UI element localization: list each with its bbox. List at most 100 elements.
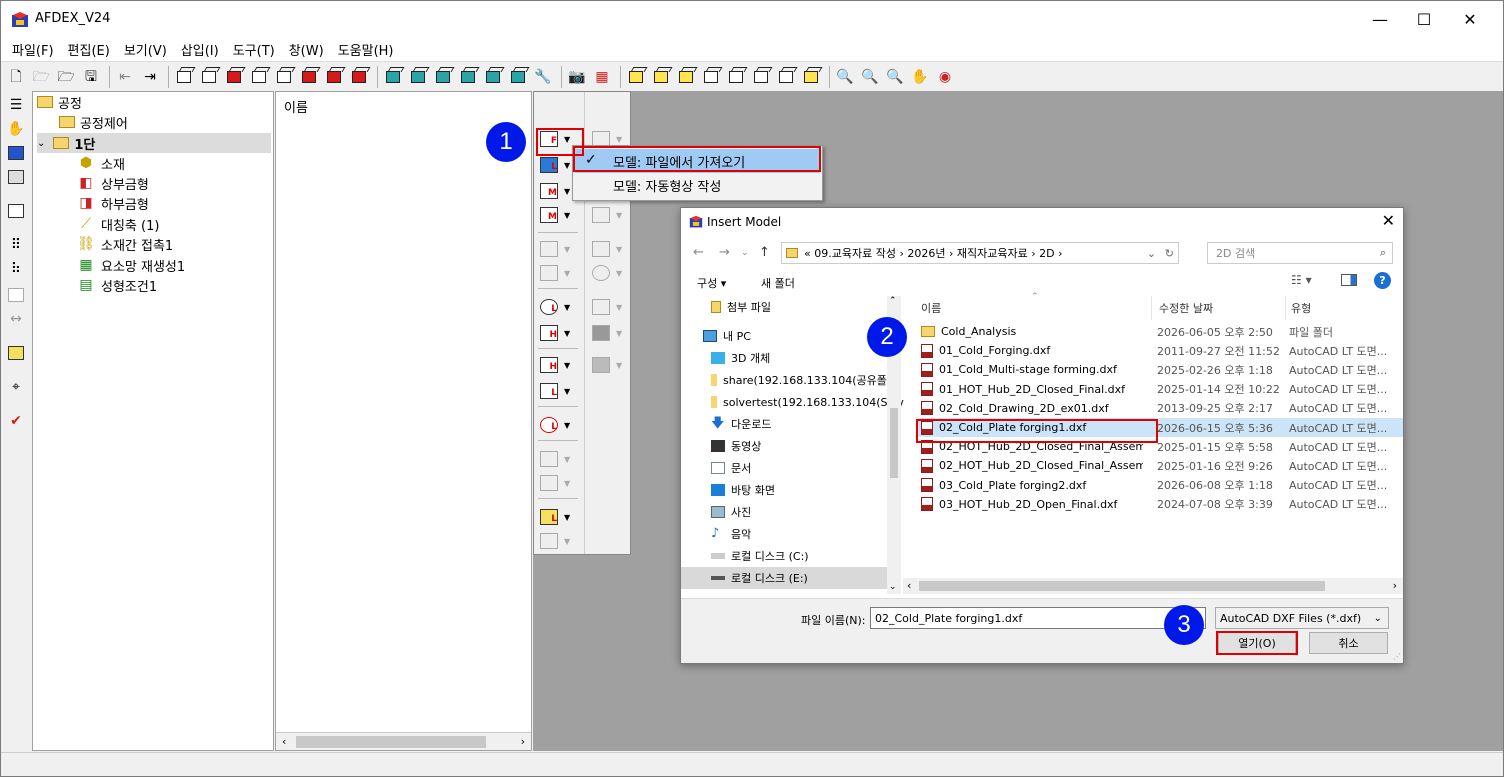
- address-dropdown-icon[interactable]: ⌄: [1147, 247, 1156, 260]
- file-row[interactable]: 02_HOT_Hub_2D_Closed_Final_Assembl... 202…: [917, 456, 1403, 475]
- probe-tool-icon[interactable]: ⌖: [6, 377, 26, 397]
- disabled-tool-button[interactable]: ▼: [588, 262, 628, 284]
- display-settings-icon[interactable]: [6, 167, 26, 187]
- horizontal-scrollbar[interactable]: ‹ ›: [276, 732, 531, 750]
- load-tool-button[interactable]: L ▼: [536, 380, 576, 402]
- zoom-in-icon[interactable]: 🔍: [859, 66, 881, 88]
- nav-item-pictures[interactable]: 사진: [711, 501, 751, 523]
- chevron-down-icon[interactable]: ▼: [564, 455, 570, 464]
- disabled-tool-button[interactable]: ▼: [536, 530, 576, 552]
- new-file-icon[interactable]: 🗋: [5, 66, 27, 88]
- view-cube-bottom-icon[interactable]: [248, 66, 270, 88]
- disabled-tool-button[interactable]: ▼: [588, 354, 628, 376]
- rotate-right-icon[interactable]: [507, 66, 529, 88]
- shade-cube-icon[interactable]: [625, 66, 647, 88]
- maximize-button[interactable]: ☐: [1401, 1, 1447, 37]
- rotate-left-icon[interactable]: [482, 66, 504, 88]
- menu-window[interactable]: 창(W): [282, 40, 331, 59]
- file-row[interactable]: 02_Cold_Drawing_2D_ex01.dxf 2013-09-25 오후…: [917, 399, 1403, 418]
- chevron-down-icon[interactable]: ▼: [564, 421, 570, 430]
- billet-tool-button[interactable]: L ▼: [536, 154, 576, 176]
- breadcrumb-item[interactable]: 2D: [1039, 247, 1054, 260]
- data-tool-icon[interactable]: [6, 343, 26, 363]
- chevron-down-icon[interactable]: ▼: [564, 513, 570, 522]
- chevron-down-icon[interactable]: ▼: [616, 245, 622, 254]
- chevron-down-icon[interactable]: ▼: [616, 135, 622, 144]
- breadcrumb-item[interactable]: 09.교육자료 작성: [814, 245, 896, 261]
- resize-grip-icon[interactable]: ⋰: [1393, 652, 1401, 661]
- chevron-down-icon[interactable]: ▼: [564, 187, 570, 196]
- scroll-left-icon[interactable]: ‹: [282, 735, 286, 748]
- menu-file[interactable]: 파일(F): [5, 40, 61, 59]
- view-iso-icon[interactable]: [348, 66, 370, 88]
- menu-view[interactable]: 보기(V): [117, 40, 174, 59]
- measure-tool-icon[interactable]: ↔: [6, 309, 26, 329]
- minimize-button[interactable]: —: [1357, 1, 1403, 37]
- menu-item-auto-shape[interactable]: 모델: 자동형상 작성: [575, 173, 820, 197]
- chevron-down-icon[interactable]: ▼: [616, 361, 622, 370]
- chevron-down-icon[interactable]: ▼: [564, 269, 570, 278]
- file-row[interactable]: 03_HOT_Hub_2D_Open_Final.dxf 2024-07-08 오…: [917, 495, 1403, 514]
- disabled-tool-button[interactable]: ▼: [536, 448, 576, 470]
- scroll-thumb[interactable]: [890, 408, 898, 478]
- box-tool-icon[interactable]: [6, 285, 26, 305]
- nav-item-solvertest[interactable]: solvertest(192.168.133.104(Solv: [711, 391, 904, 413]
- organize-button[interactable]: 구성 ▾: [697, 275, 726, 291]
- scroll-right-icon[interactable]: ›: [1393, 579, 1397, 592]
- monitor-icon[interactable]: [6, 143, 26, 163]
- tree-item-remesh[interactable]: ▦ 요소망 재생성1: [77, 255, 185, 275]
- rotate-y-icon[interactable]: [407, 66, 429, 88]
- view-cube-back-icon[interactable]: [198, 66, 220, 88]
- layer-cube-icon[interactable]: [800, 66, 822, 88]
- nav-item-share[interactable]: share(192.168.133.104(공유폴더: [711, 369, 897, 391]
- chevron-down-icon[interactable]: ▼: [564, 245, 570, 254]
- cancel-button[interactable]: 취소: [1309, 632, 1388, 654]
- color-grid-icon[interactable]: ▦: [591, 66, 613, 88]
- nav-item-drive-c[interactable]: 로컬 디스크 (C:): [711, 545, 809, 567]
- tree-item-symmetry-axis[interactable]: ⟋ 대칭축 (1): [77, 214, 159, 234]
- open-folder-icon[interactable]: 🗁: [30, 66, 52, 88]
- nav-item-desktop[interactable]: 바탕 화면: [711, 479, 775, 501]
- new-folder-button[interactable]: 새 폴더: [761, 275, 795, 291]
- column-divider[interactable]: [1285, 296, 1286, 320]
- up-arrow-icon[interactable]: ↑: [759, 245, 770, 260]
- view-options-icon[interactable]: ☷ ▾: [1291, 273, 1312, 287]
- column-header-type[interactable]: 유형: [1291, 300, 1311, 316]
- export-icon[interactable]: ⇥: [139, 66, 161, 88]
- chevron-down-icon[interactable]: ▼: [616, 269, 622, 278]
- column-header-date[interactable]: 수정한 날짜: [1159, 300, 1213, 316]
- tree-item-contact[interactable]: ⛓ 소재간 접촉1: [77, 234, 173, 254]
- refresh-icon[interactable]: ↻: [1165, 247, 1174, 260]
- tree-item-process-control[interactable]: 공정제어: [59, 112, 128, 132]
- mesh-grid-icon[interactable]: [725, 66, 747, 88]
- scroll-thumb[interactable]: [296, 736, 486, 748]
- scroll-down-icon[interactable]: ⌄: [889, 582, 897, 592]
- preview-pane-icon[interactable]: [1341, 274, 1357, 286]
- pan-hand-icon[interactable]: ✋: [909, 66, 931, 88]
- menu-tools[interactable]: 도구(T): [226, 40, 282, 59]
- search-box[interactable]: 2D 검색 ⌕: [1207, 242, 1393, 264]
- disabled-tool-button[interactable]: ▼: [536, 262, 576, 284]
- chevron-down-icon[interactable]: ⌄: [37, 138, 45, 149]
- edge-cube-icon[interactable]: [750, 66, 772, 88]
- breadcrumb-overflow[interactable]: «: [804, 247, 811, 260]
- back-arrow-icon[interactable]: ←: [693, 245, 704, 260]
- camera-icon[interactable]: 📷: [566, 66, 588, 88]
- rotate-z-icon[interactable]: [432, 66, 454, 88]
- material-tool-button[interactable]: M ▼: [536, 204, 576, 226]
- filetype-select[interactable]: AutoCAD DXF Files (*.dxf) ⌄: [1215, 607, 1389, 629]
- file-row[interactable]: 01_Cold_Forging.dxf 2011-09-27 오전 11:52 Au…: [917, 341, 1403, 360]
- scroll-thumb[interactable]: [919, 581, 1325, 591]
- file-row[interactable]: 01_Cold_Multi-stage forming.dxf 2025-02-2…: [917, 360, 1403, 379]
- rotate-free-icon[interactable]: [457, 66, 479, 88]
- folder-row[interactable]: Cold_Analysis 2026-06-05 오후 2:50 파일 폴더: [917, 322, 1403, 341]
- chevron-down-icon[interactable]: ▼: [616, 329, 622, 338]
- file-row[interactable]: 03_Cold_Plate forging2.dxf 2026-06-08 오후 …: [917, 476, 1403, 495]
- chevron-down-icon[interactable]: ▼: [564, 211, 570, 220]
- nav-item-attachments[interactable]: 첨부 파일: [711, 296, 771, 318]
- tree-view-icon[interactable]: ☰: [6, 95, 26, 115]
- view-cube-top-icon[interactable]: [223, 66, 245, 88]
- chevron-down-icon[interactable]: ▼: [564, 329, 570, 338]
- scroll-left-icon[interactable]: ‹: [907, 579, 911, 592]
- file-pane-scrollbar[interactable]: ‹ ›: [903, 578, 1403, 594]
